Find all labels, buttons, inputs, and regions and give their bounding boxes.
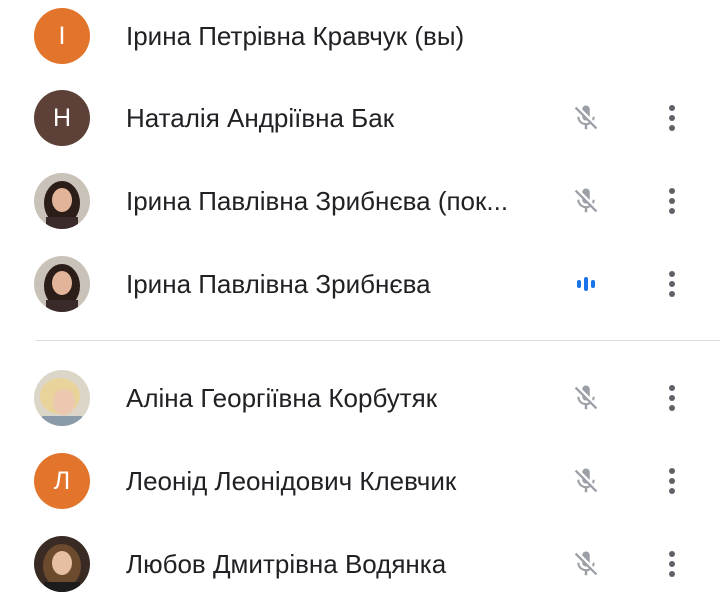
divider [36,340,720,341]
participant-name: Любов Дмитрівна Водянка [126,549,447,579]
participant-name: Леонід Леонідович Клевчик [126,466,457,496]
participant-row[interactable]: Ірина Павлівна Зрибнєва (пок... [0,159,720,243]
avatar: Н [34,90,90,146]
avatar-letter: І [58,21,66,50]
more-options-icon[interactable] [652,461,692,501]
more-options-icon[interactable] [652,264,692,304]
participant-name: Наталія Андріївна Бак [126,103,395,133]
participant-row[interactable]: Ірина Павлівна Зрибнєва [0,242,720,326]
mic-off-icon [566,98,606,138]
more-options-icon[interactable] [652,544,692,584]
participant-name: Ірина Петрівна Кравчук (вы) [126,21,465,51]
participant-row[interactable]: І Ірина Петрівна Кравчук (вы) [0,0,720,78]
speaking-indicator-icon [566,264,606,304]
participant-name: Аліна Георгіївна Корбутяк [126,383,438,413]
avatar [34,173,90,229]
avatar [34,256,90,312]
participant-row[interactable]: Н Наталія Андріївна Бак [0,76,720,160]
avatar [34,536,90,592]
more-options-icon[interactable] [652,378,692,418]
participant-row[interactable]: Л Леонід Леонідович Клевчик [0,439,720,523]
more-options-icon[interactable] [652,181,692,221]
avatar: І [34,8,90,64]
mic-off-icon [566,181,606,221]
participant-row[interactable]: Любов Дмитрівна Водянка [0,522,720,600]
avatar: Л [34,453,90,509]
avatar-letter: Н [52,103,72,132]
participant-row[interactable]: Аліна Георгіївна Корбутяк [0,356,720,440]
participant-name: Ірина Павлівна Зрибнєва (пок... [126,186,509,216]
mic-off-icon [566,544,606,584]
participants-list: І Ірина Петрівна Кравчук (вы) Н Наталія … [0,0,720,600]
mic-off-icon [566,461,606,501]
participant-name: Ірина Павлівна Зрибнєва [126,269,431,299]
avatar [34,370,90,426]
more-options-icon[interactable] [652,98,692,138]
avatar-letter: Л [53,466,71,495]
mic-off-icon [566,378,606,418]
